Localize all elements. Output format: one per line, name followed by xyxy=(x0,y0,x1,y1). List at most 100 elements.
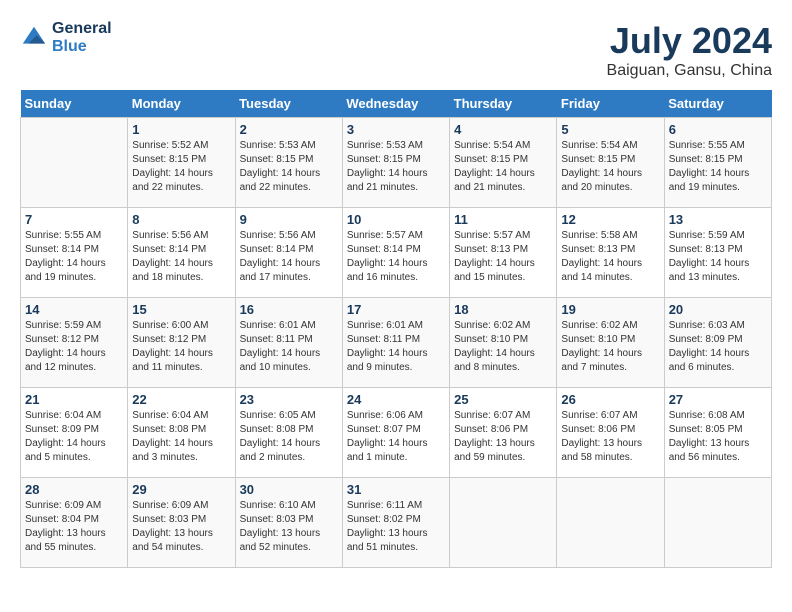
calendar-cell: 16Sunrise: 6:01 AM Sunset: 8:11 PM Dayli… xyxy=(235,298,342,388)
calendar-cell: 21 Sunrise: 6:04 AM Sunset: 8:09 PM Dayli… xyxy=(21,388,128,478)
calendar-cell xyxy=(664,478,771,568)
logo-line2: Blue xyxy=(52,38,112,56)
day-number: 2 xyxy=(240,122,338,137)
day-number: 24 xyxy=(347,392,445,407)
calendar-week-5: 28Sunrise: 6:09 AM Sunset: 8:04 PM Dayli… xyxy=(21,478,772,568)
calendar-cell: 3 Sunrise: 5:53 AM Sunset: 8:15 PM Daylig… xyxy=(342,118,449,208)
day-number: 3 xyxy=(347,122,445,137)
calendar-cell: 15Sunrise: 6:00 AM Sunset: 8:12 PM Dayli… xyxy=(128,298,235,388)
logo-line1: General xyxy=(52,20,112,38)
day-info: Sunrise: 5:54 AM Sunset: 8:15 PM Dayligh… xyxy=(561,139,659,195)
calendar-cell: 8 Sunrise: 5:56 AM Sunset: 8:14 PM Daylig… xyxy=(128,208,235,298)
day-number: 23 xyxy=(240,392,338,407)
day-info: Sunrise: 6:00 AM Sunset: 8:12 PM Dayligh… xyxy=(132,319,230,375)
day-info: Sunrise: 5:55 AM Sunset: 8:14 PM Dayligh… xyxy=(25,229,123,285)
day-number: 27 xyxy=(669,392,767,407)
day-header-friday: Friday xyxy=(557,90,664,118)
calendar-cell: 4 Sunrise: 5:54 AM Sunset: 8:15 PM Daylig… xyxy=(450,118,557,208)
day-number: 21 xyxy=(25,392,123,407)
calendar-cell: 17 Sunrise: 6:01 AM Sunset: 8:11 PM Dayli… xyxy=(342,298,449,388)
calendar-cell xyxy=(450,478,557,568)
day-info: Sunrise: 6:07 AM Sunset: 8:06 PM Dayligh… xyxy=(561,409,659,465)
day-number: 26 xyxy=(561,392,659,407)
day-info: Sunrise: 5:52 AM Sunset: 8:15 PM Dayligh… xyxy=(132,139,230,195)
calendar-week-3: 14Sunrise: 5:59 AM Sunset: 8:12 PM Dayli… xyxy=(21,298,772,388)
calendar-cell: 24 Sunrise: 6:06 AM Sunset: 8:07 PM Dayli… xyxy=(342,388,449,478)
day-number: 17 xyxy=(347,302,445,317)
day-info: Sunrise: 6:10 AM Sunset: 8:03 PM Dayligh… xyxy=(240,499,338,555)
calendar-cell: 6 Sunrise: 5:55 AM Sunset: 8:15 PM Daylig… xyxy=(664,118,771,208)
day-info: Sunrise: 6:04 AM Sunset: 8:09 PM Dayligh… xyxy=(25,409,123,465)
day-number: 11 xyxy=(454,212,552,227)
calendar-cell: 1 Sunrise: 5:52 AM Sunset: 8:15 PM Daylig… xyxy=(128,118,235,208)
logo-icon xyxy=(20,24,48,52)
calendar-cell: 10Sunrise: 5:57 AM Sunset: 8:14 PM Dayli… xyxy=(342,208,449,298)
calendar-cell: 11Sunrise: 5:57 AM Sunset: 8:13 PM Dayli… xyxy=(450,208,557,298)
day-number: 12 xyxy=(561,212,659,227)
calendar-cell: 13Sunrise: 5:59 AM Sunset: 8:13 PM Dayli… xyxy=(664,208,771,298)
calendar-table: SundayMondayTuesdayWednesdayThursdayFrid… xyxy=(20,90,772,568)
calendar-week-1: 1 Sunrise: 5:52 AM Sunset: 8:15 PM Daylig… xyxy=(21,118,772,208)
day-info: Sunrise: 5:57 AM Sunset: 8:14 PM Dayligh… xyxy=(347,229,445,285)
day-header-sunday: Sunday xyxy=(21,90,128,118)
day-info: Sunrise: 5:56 AM Sunset: 8:14 PM Dayligh… xyxy=(240,229,338,285)
calendar-cell: 5 Sunrise: 5:54 AM Sunset: 8:15 PM Daylig… xyxy=(557,118,664,208)
page-header: General Blue July 2024 Baiguan, Gansu, C… xyxy=(20,20,772,80)
calendar-cell: 22 Sunrise: 6:04 AM Sunset: 8:08 PM Dayli… xyxy=(128,388,235,478)
day-info: Sunrise: 5:58 AM Sunset: 8:13 PM Dayligh… xyxy=(561,229,659,285)
day-number: 6 xyxy=(669,122,767,137)
calendar-cell xyxy=(557,478,664,568)
day-number: 18 xyxy=(454,302,552,317)
day-info: Sunrise: 6:08 AM Sunset: 8:05 PM Dayligh… xyxy=(669,409,767,465)
day-number: 4 xyxy=(454,122,552,137)
day-info: Sunrise: 5:54 AM Sunset: 8:15 PM Dayligh… xyxy=(454,139,552,195)
calendar-cell: 28Sunrise: 6:09 AM Sunset: 8:04 PM Dayli… xyxy=(21,478,128,568)
calendar-cell: 12 Sunrise: 5:58 AM Sunset: 8:13 PM Dayli… xyxy=(557,208,664,298)
calendar-cell: 9 Sunrise: 5:56 AM Sunset: 8:14 PM Daylig… xyxy=(235,208,342,298)
day-info: Sunrise: 6:04 AM Sunset: 8:08 PM Dayligh… xyxy=(132,409,230,465)
day-number: 28 xyxy=(25,482,123,497)
day-number: 7 xyxy=(25,212,123,227)
day-info: Sunrise: 6:01 AM Sunset: 8:11 PM Dayligh… xyxy=(347,319,445,375)
calendar-cell: 23 Sunrise: 6:05 AM Sunset: 8:08 PM Dayli… xyxy=(235,388,342,478)
day-info: Sunrise: 6:03 AM Sunset: 8:09 PM Dayligh… xyxy=(669,319,767,375)
day-info: Sunrise: 5:53 AM Sunset: 8:15 PM Dayligh… xyxy=(240,139,338,195)
calendar-cell: 31Sunrise: 6:11 AM Sunset: 8:02 PM Dayli… xyxy=(342,478,449,568)
day-info: Sunrise: 6:07 AM Sunset: 8:06 PM Dayligh… xyxy=(454,409,552,465)
day-number: 5 xyxy=(561,122,659,137)
location-subtitle: Baiguan, Gansu, China xyxy=(607,62,772,80)
day-info: Sunrise: 6:06 AM Sunset: 8:07 PM Dayligh… xyxy=(347,409,445,465)
day-number: 8 xyxy=(132,212,230,227)
day-header-monday: Monday xyxy=(128,90,235,118)
day-number: 29 xyxy=(132,482,230,497)
day-number: 16 xyxy=(240,302,338,317)
calendar-cell: 2 Sunrise: 5:53 AM Sunset: 8:15 PM Daylig… xyxy=(235,118,342,208)
day-info: Sunrise: 5:53 AM Sunset: 8:15 PM Dayligh… xyxy=(347,139,445,195)
day-info: Sunrise: 5:55 AM Sunset: 8:15 PM Dayligh… xyxy=(669,139,767,195)
calendar-cell: 25 Sunrise: 6:07 AM Sunset: 8:06 PM Dayli… xyxy=(450,388,557,478)
calendar-cell: 29 Sunrise: 6:09 AM Sunset: 8:03 PM Dayli… xyxy=(128,478,235,568)
calendar-cell: 26 Sunrise: 6:07 AM Sunset: 8:06 PM Dayli… xyxy=(557,388,664,478)
calendar-cell: 27 Sunrise: 6:08 AM Sunset: 8:05 PM Dayli… xyxy=(664,388,771,478)
day-info: Sunrise: 6:05 AM Sunset: 8:08 PM Dayligh… xyxy=(240,409,338,465)
day-number: 1 xyxy=(132,122,230,137)
calendar-cell: 7 Sunrise: 5:55 AM Sunset: 8:14 PM Daylig… xyxy=(21,208,128,298)
calendar-header-row: SundayMondayTuesdayWednesdayThursdayFrid… xyxy=(21,90,772,118)
day-number: 22 xyxy=(132,392,230,407)
calendar-week-2: 7 Sunrise: 5:55 AM Sunset: 8:14 PM Daylig… xyxy=(21,208,772,298)
day-info: Sunrise: 5:56 AM Sunset: 8:14 PM Dayligh… xyxy=(132,229,230,285)
day-info: Sunrise: 5:59 AM Sunset: 8:12 PM Dayligh… xyxy=(25,319,123,375)
day-info: Sunrise: 6:11 AM Sunset: 8:02 PM Dayligh… xyxy=(347,499,445,555)
day-header-thursday: Thursday xyxy=(450,90,557,118)
title-block: July 2024 Baiguan, Gansu, China xyxy=(607,20,772,80)
day-number: 9 xyxy=(240,212,338,227)
day-header-saturday: Saturday xyxy=(664,90,771,118)
month-title: July 2024 xyxy=(607,20,772,62)
day-number: 19 xyxy=(561,302,659,317)
day-number: 25 xyxy=(454,392,552,407)
calendar-cell: 18Sunrise: 6:02 AM Sunset: 8:10 PM Dayli… xyxy=(450,298,557,388)
calendar-week-4: 21 Sunrise: 6:04 AM Sunset: 8:09 PM Dayli… xyxy=(21,388,772,478)
day-number: 13 xyxy=(669,212,767,227)
calendar-cell xyxy=(21,118,128,208)
day-info: Sunrise: 6:09 AM Sunset: 8:03 PM Dayligh… xyxy=(132,499,230,555)
